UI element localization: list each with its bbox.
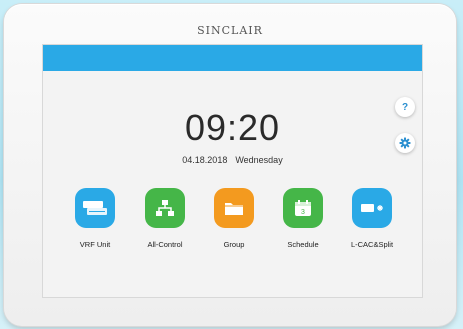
tile-schedule[interactable]: 3 Schedule bbox=[267, 188, 339, 249]
tile-group[interactable]: Group bbox=[198, 188, 270, 249]
svg-text:3: 3 bbox=[301, 209, 305, 216]
vrf-unit-icon bbox=[75, 188, 115, 228]
tile-label: VRF Unit bbox=[79, 240, 111, 249]
tile-label: L-CAC&Split bbox=[350, 240, 394, 249]
clock-date: 04.18.2018 Wednesday bbox=[43, 155, 422, 165]
clock-time: 09:20 bbox=[184, 107, 281, 148]
tile-label: Schedule bbox=[287, 240, 319, 249]
tile-label: All-Control bbox=[147, 240, 183, 249]
tile-vrf-unit[interactable]: VRF Unit bbox=[59, 188, 131, 249]
tile-all-control[interactable]: All-Control bbox=[129, 188, 201, 249]
function-tiles: VRF Unit All-Control Group 3 Schedule L-… bbox=[43, 188, 422, 268]
device-frame: SINCLAIR ? 09:20 04.18.2018 Wednesday VR… bbox=[4, 4, 456, 326]
tile-label: Group bbox=[223, 240, 245, 249]
top-bar bbox=[43, 45, 422, 71]
group-folder-icon bbox=[214, 188, 254, 228]
schedule-calendar-icon: 3 bbox=[283, 188, 323, 228]
lcac-split-icon bbox=[352, 188, 392, 228]
tile-lcac-split[interactable]: L-CAC&Split bbox=[336, 188, 408, 249]
all-control-icon bbox=[145, 188, 185, 228]
touch-screen: ? 09:20 04.18.2018 Wednesday VRF Unit Al… bbox=[42, 44, 423, 298]
weekday-text: Wednesday bbox=[235, 155, 283, 165]
brand-logo: SINCLAIR bbox=[197, 24, 263, 37]
date-text: 04.18.2018 bbox=[182, 155, 228, 165]
